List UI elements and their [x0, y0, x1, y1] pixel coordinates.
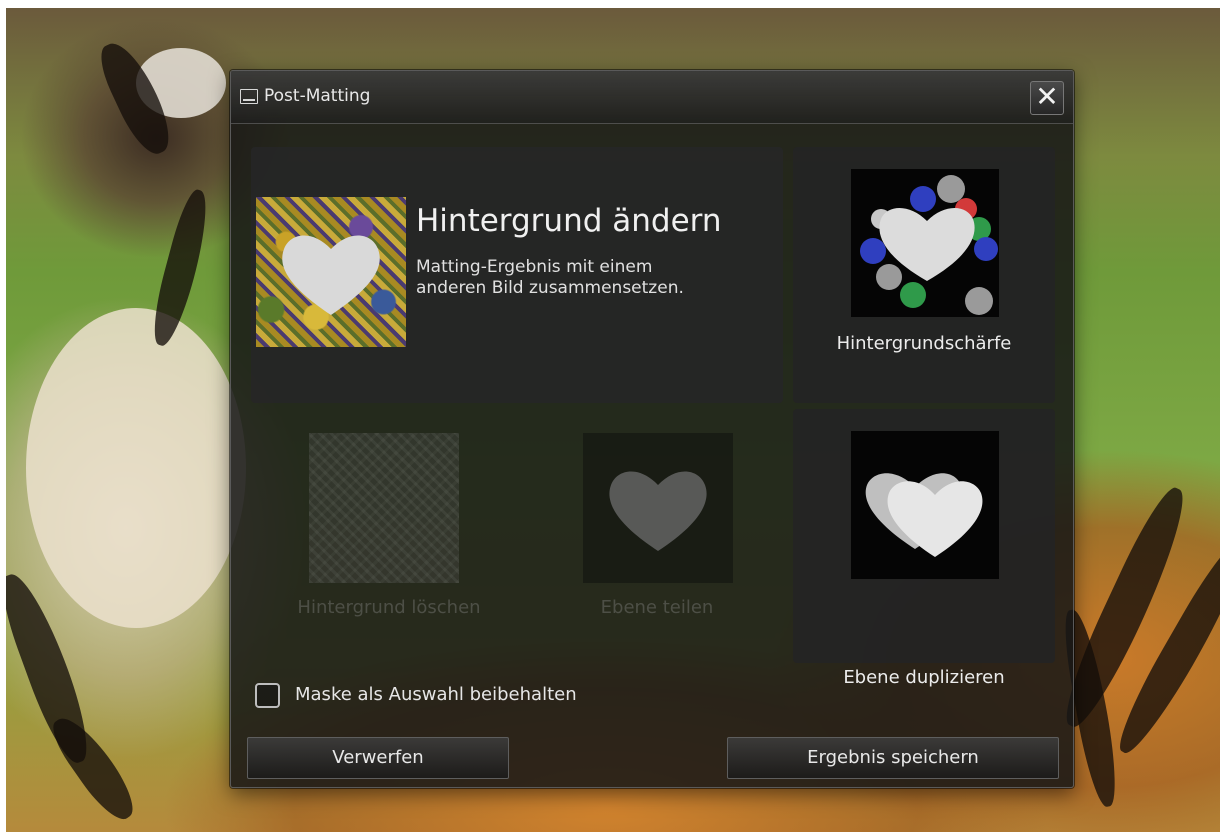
- close-button[interactable]: ✕: [1030, 81, 1064, 115]
- change-background-thumbnail: [256, 197, 406, 347]
- double-heart-icon: [865, 473, 983, 557]
- dialog-titlebar[interactable]: Post-Matting ✕: [231, 71, 1073, 124]
- post-matting-dialog: Post-Matting ✕ Hintergrund ändern Mattin…: [230, 70, 1074, 788]
- delete-background-thumbnail: [309, 433, 459, 583]
- window-icon: [240, 89, 258, 104]
- split-layer-label: Ebene teilen: [600, 597, 714, 618]
- keep-mask-checkbox[interactable]: [255, 683, 280, 708]
- dialog-title: Post-Matting: [264, 86, 371, 106]
- background-blur-tile[interactable]: Hintergrundschärfe: [793, 147, 1055, 403]
- fur-patch: [26, 308, 246, 628]
- close-icon: ✕: [1035, 80, 1059, 113]
- heart-icon: [609, 471, 707, 551]
- change-background-tile[interactable]: Hintergrund ändern Matting-Ergebnis mit …: [251, 147, 783, 403]
- duplicate-layer-tile[interactable]: Ebene duplizieren: [793, 409, 1055, 688]
- save-result-button[interactable]: Ergebnis speichern: [727, 737, 1059, 779]
- split-layer-tile: Ebene teilen: [539, 417, 775, 635]
- background-blur-label: Hintergrundschärfe: [836, 333, 1012, 354]
- duplicate-layer-thumbnail: [851, 431, 999, 579]
- delete-background-tile: Hintergrund löschen: [271, 417, 507, 635]
- keep-mask-label: Maske als Auswahl beibehalten: [295, 684, 577, 705]
- change-background-title: Hintergrund ändern: [416, 203, 722, 239]
- split-layer-thumbnail: [583, 433, 733, 583]
- discard-button[interactable]: Verwerfen: [247, 737, 509, 779]
- delete-background-label: Hintergrund löschen: [297, 597, 481, 618]
- heart-icon: [282, 235, 380, 315]
- tiger-stripe: [44, 708, 144, 828]
- duplicate-layer-label: Ebene duplizieren: [843, 667, 1005, 688]
- change-background-description: Matting-Ergebnis mit einem anderen Bild …: [416, 257, 684, 298]
- background-blur-thumbnail: [851, 169, 999, 317]
- bokeh-heart-icon: [860, 175, 998, 315]
